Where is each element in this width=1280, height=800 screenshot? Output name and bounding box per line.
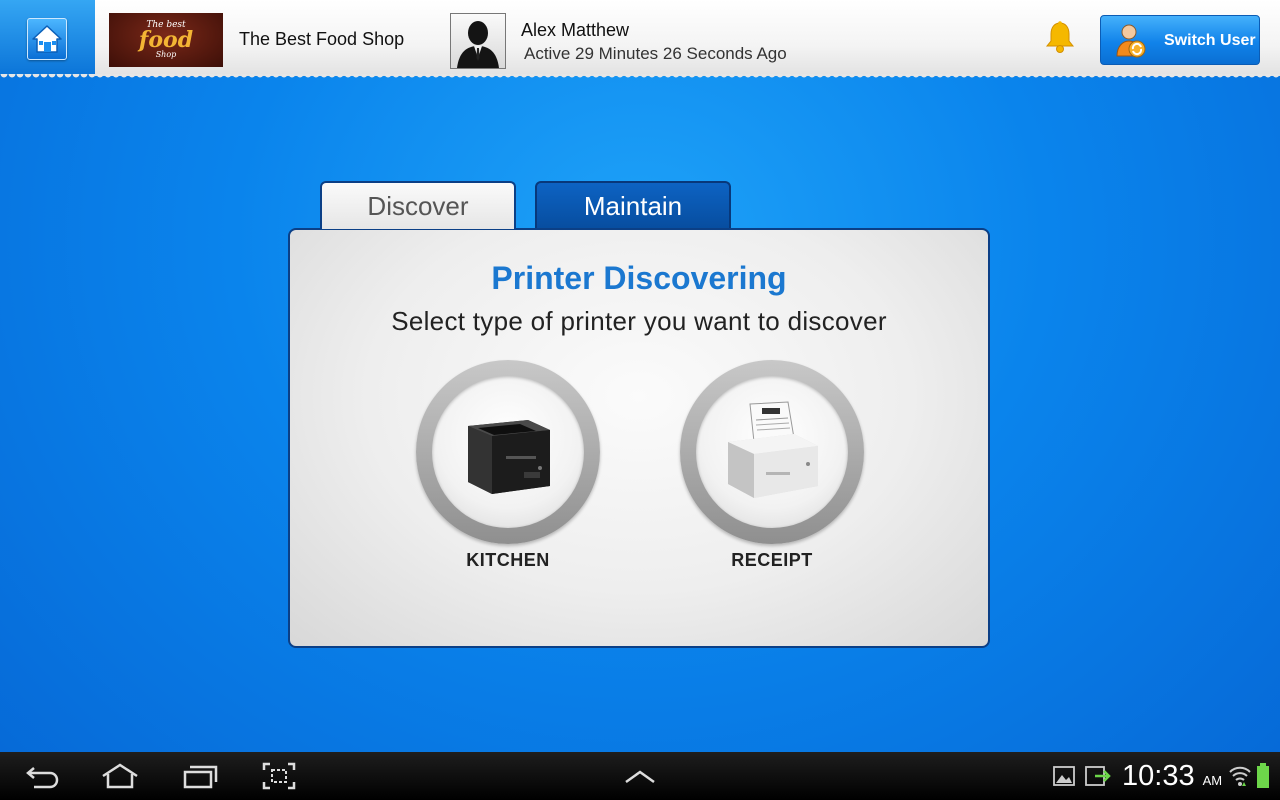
user-silhouette-icon	[457, 21, 499, 68]
screenshot-icon[interactable]	[262, 762, 296, 790]
user-avatar	[450, 13, 506, 69]
panel-subtitle: Select type of printer you want to disco…	[391, 306, 887, 336]
switch-user-label: Switch User	[1164, 32, 1256, 49]
system-navigation-bar: 10:33 AM	[0, 752, 1280, 800]
up-arrow-icon[interactable]	[624, 762, 656, 790]
home-button[interactable]	[27, 18, 67, 60]
user-active-status: Active 29 Minutes 26 Seconds Ago	[524, 44, 787, 63]
shop-logo-line3: Shop	[155, 50, 177, 59]
switch-user-button[interactable]: Switch User	[1100, 15, 1260, 65]
recent-apps-icon[interactable]	[182, 762, 218, 790]
bell-icon	[1045, 21, 1075, 53]
battery-icon	[1257, 763, 1269, 788]
printer-discover-panel: Printer Discovering Select type of print…	[288, 228, 990, 648]
kitchen-printer-option[interactable]: KITCHEN	[416, 360, 600, 580]
user-name: Alex Matthew	[521, 20, 630, 40]
clock-time: 10:33	[1122, 760, 1195, 792]
kitchen-label: KITCHEN	[466, 550, 550, 570]
header-zigzag-edge	[0, 74, 1280, 82]
clock-ampm: AM	[1202, 773, 1223, 788]
back-icon[interactable]	[24, 762, 60, 790]
receipt-printer-icon	[728, 401, 818, 498]
receipt-printer-option[interactable]: RECEIPT	[680, 360, 864, 580]
kitchen-printer-icon	[468, 420, 550, 494]
home-block	[0, 0, 95, 76]
home-icon[interactable]	[100, 762, 140, 790]
top-header: The best food Shop The Best Food Shop Al…	[0, 0, 1280, 76]
tab-discover[interactable]: Discover	[320, 181, 516, 229]
receipt-label: RECEIPT	[731, 550, 813, 570]
home-icon	[32, 25, 62, 53]
switch-user-icon	[1116, 24, 1146, 58]
shop-logo: The best food Shop	[109, 13, 223, 67]
tab-maintain[interactable]: Maintain	[535, 181, 731, 229]
panel-title: Printer Discovering	[491, 260, 787, 296]
notification-button[interactable]	[1044, 20, 1076, 54]
status-clock: 10:33 AM	[1122, 760, 1222, 793]
shop-logo-line2: food	[138, 27, 194, 53]
shop-name: The Best Food Shop	[239, 29, 405, 49]
wifi-icon	[1229, 766, 1251, 786]
sync-icon	[1085, 766, 1111, 786]
gallery-icon	[1053, 766, 1075, 786]
